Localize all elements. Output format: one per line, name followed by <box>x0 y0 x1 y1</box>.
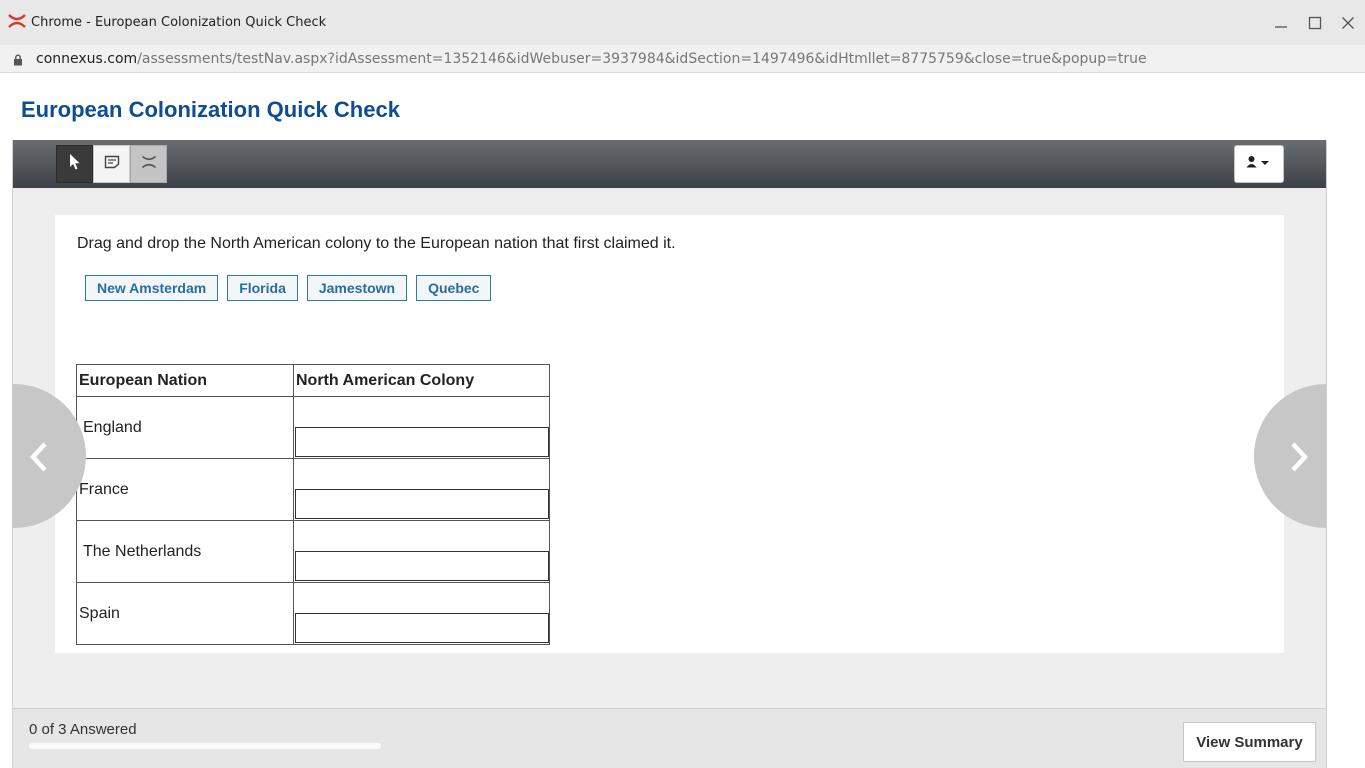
pointer-tool-button[interactable] <box>56 145 93 183</box>
close-icon[interactable] <box>1335 10 1361 36</box>
note-icon <box>104 155 120 174</box>
url-text[interactable]: connexus.com/assessments/testNav.aspx?id… <box>36 51 1147 67</box>
drop-zone[interactable] <box>295 613 549 643</box>
chevron-right-icon <box>1291 442 1309 472</box>
colony-cell <box>293 582 550 645</box>
user-menu-button[interactable] <box>1234 145 1284 183</box>
drag-choice[interactable]: Florida <box>227 275 298 301</box>
previous-question-button[interactable] <box>12 384 86 528</box>
column-header-colony: North American Colony <box>293 364 550 397</box>
nation-cell: France <box>76 458 294 521</box>
lock-icon <box>13 53 23 71</box>
table-row: France <box>76 458 550 521</box>
progress-text: 0 of 3 Answered <box>29 721 137 738</box>
colony-cell <box>293 458 550 521</box>
eliminate-icon <box>141 155 157 174</box>
page-title: European Colonization Quick Check <box>21 97 400 122</box>
question-prompt: Drag and drop the North American colony … <box>77 235 676 252</box>
connexus-logo-icon <box>8 14 26 30</box>
matching-table: European Nation North American Colony En… <box>76 364 550 645</box>
table-row: Spain <box>76 582 550 645</box>
colony-cell <box>293 396 550 459</box>
table-header-row: European Nation North American Colony <box>76 364 550 397</box>
minimize-icon[interactable] <box>1268 10 1294 36</box>
drop-zone[interactable] <box>295 551 549 581</box>
user-icon <box>1246 155 1272 174</box>
assessment-frame: Drag and drop the North American colony … <box>12 140 1327 768</box>
window-title: Chrome - European Colonization Quick Che… <box>31 15 327 30</box>
nation-cell: England <box>76 396 294 459</box>
column-header-nation: European Nation <box>76 364 294 397</box>
chevron-left-icon <box>29 442 47 472</box>
view-summary-button[interactable]: View Summary <box>1183 722 1316 762</box>
table-row: The Netherlands <box>76 520 550 583</box>
drop-zone[interactable] <box>295 427 549 457</box>
table-row: England <box>76 396 550 459</box>
drop-zone[interactable] <box>295 489 549 519</box>
answer-choices: New Amsterdam Florida Jamestown Quebec <box>85 275 492 301</box>
maximize-icon[interactable] <box>1302 10 1328 36</box>
nation-cell: The Netherlands <box>76 520 294 583</box>
drag-choice[interactable]: Jamestown <box>306 275 408 301</box>
note-tool-button[interactable] <box>93 145 130 183</box>
address-bar[interactable]: connexus.com/assessments/testNav.aspx?id… <box>0 45 1365 73</box>
pointer-icon <box>69 153 81 176</box>
assessment-toolbar <box>13 140 1326 188</box>
next-question-button[interactable] <box>1254 384 1326 528</box>
url-path: /assessments/testNav.aspx?idAssessment=1… <box>137 51 1147 67</box>
drag-choice[interactable]: Quebec <box>416 275 492 301</box>
drag-choice[interactable]: New Amsterdam <box>85 275 219 301</box>
colony-cell <box>293 520 550 583</box>
progress-bar <box>29 743 381 749</box>
nation-cell: Spain <box>76 582 294 645</box>
window-title-bar: Chrome - European Colonization Quick Che… <box>0 0 1365 45</box>
assessment-footer: 0 of 3 Answered View Summary <box>12 708 1327 768</box>
question-card: Drag and drop the North American colony … <box>55 215 1284 653</box>
url-host: connexus.com <box>36 51 138 67</box>
eliminate-tool-button[interactable] <box>130 145 167 183</box>
